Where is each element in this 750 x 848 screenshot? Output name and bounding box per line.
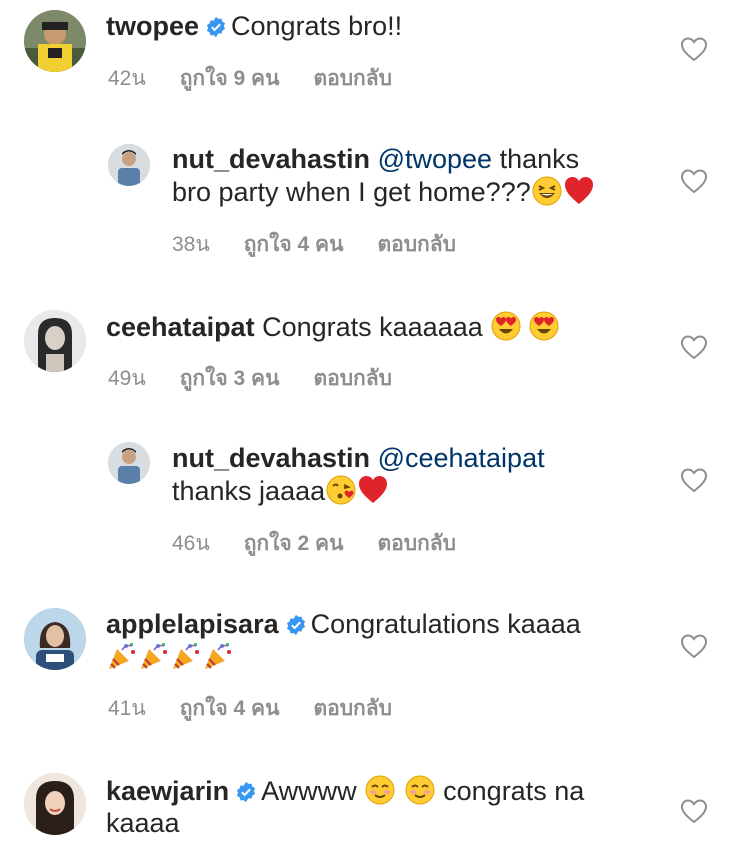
- party-popper-icon: [106, 640, 138, 672]
- comment-body: kaewjarin Awwww congrats na kaaaa: [106, 774, 666, 839]
- timestamp[interactable]: 41น: [108, 697, 146, 720]
- likes-count[interactable]: ถูกใจ 2 คน: [244, 532, 344, 555]
- avatar-applelapisara[interactable]: [24, 608, 86, 670]
- red-heart-icon: [357, 474, 389, 506]
- username[interactable]: nut_devahastin: [172, 443, 370, 473]
- comment-text-after: congrats na: [443, 776, 585, 806]
- heart-icon[interactable]: [680, 334, 708, 360]
- avatar-kaewjarin[interactable]: [24, 773, 86, 835]
- comment-meta: 41น ถูกใจ 4 คน ตอบกลับ: [108, 692, 426, 725]
- party-popper-icon: [202, 640, 234, 672]
- smiling-face-icon: [404, 774, 436, 806]
- heart-icon[interactable]: [680, 36, 708, 62]
- reply-button[interactable]: ตอบกลับ: [313, 67, 392, 90]
- username[interactable]: applelapisara: [106, 609, 279, 639]
- heart-icon[interactable]: [680, 633, 708, 659]
- avatar-nut[interactable]: [108, 144, 150, 186]
- timestamp[interactable]: 38น: [172, 233, 210, 256]
- likes-count[interactable]: ถูกใจ 9 คน: [180, 67, 280, 90]
- comment-text-line2: kaaaa: [106, 808, 180, 838]
- heart-eyes-face-icon: [528, 310, 560, 342]
- timestamp[interactable]: 42น: [108, 67, 146, 90]
- comment-text: Congratulations kaaaa: [310, 609, 581, 639]
- likes-count[interactable]: ถูกใจ 3 คน: [180, 367, 280, 390]
- comment-text: Congrats bro!!: [231, 11, 403, 41]
- heart-icon[interactable]: [680, 168, 708, 194]
- username[interactable]: nut_devahastin: [172, 144, 370, 174]
- comment-text: Congrats kaaaaaa: [262, 312, 483, 342]
- timestamp[interactable]: 46น: [172, 532, 210, 555]
- username[interactable]: ceehataipat: [106, 312, 255, 342]
- comment-meta: 49น ถูกใจ 3 คน ตอบกลับ: [108, 362, 426, 395]
- comment-text-line2: thanks jaaaa: [172, 476, 326, 506]
- username[interactable]: kaewjarin: [106, 776, 229, 806]
- comment-body: ceehataipat Congrats kaaaaaa: [106, 310, 560, 343]
- grinning-squinting-face-icon: [531, 175, 563, 207]
- red-heart-icon: [563, 175, 595, 207]
- username[interactable]: twopee: [106, 11, 199, 41]
- comment-body: nut_devahastin @ceehataipat thanks jaaaa: [172, 442, 642, 507]
- reply-button[interactable]: ตอบกลับ: [313, 697, 392, 720]
- mention-link[interactable]: @twopee: [378, 144, 492, 174]
- smiling-face-icon: [364, 774, 396, 806]
- reply-button[interactable]: ตอบกลับ: [377, 532, 456, 555]
- comment-meta: 38น ถูกใจ 4 คน ตอบกลับ: [172, 228, 490, 261]
- heart-icon[interactable]: [680, 467, 708, 493]
- avatar-nut[interactable]: [108, 442, 150, 484]
- verified-badge-icon: [286, 614, 305, 636]
- comment-body: nut_devahastin @twopee thanks bro party …: [172, 143, 642, 208]
- face-blowing-kiss-icon: [325, 474, 357, 506]
- verified-badge-icon: [206, 16, 226, 38]
- comment-body: twopee Congrats bro!!: [106, 10, 402, 42]
- verified-badge-icon: [237, 781, 256, 803]
- heart-icon[interactable]: [680, 798, 708, 824]
- comment-text-line1: thanks: [499, 144, 580, 174]
- comment-meta: 42น ถูกใจ 9 คน ตอบกลับ: [108, 62, 426, 95]
- mention-link[interactable]: @ceehataipat: [378, 443, 545, 473]
- avatar-twopee[interactable]: [24, 10, 86, 72]
- avatar-ceehataipat[interactable]: [24, 310, 86, 372]
- timestamp[interactable]: 49น: [108, 367, 146, 390]
- likes-count[interactable]: ถูกใจ 4 คน: [244, 233, 344, 256]
- heart-eyes-face-icon: [490, 310, 522, 342]
- comment-body: applelapisara Congratulations kaaaa: [106, 608, 666, 673]
- comment-text-line2: bro party when I get home???: [172, 177, 531, 207]
- comment-text: Awwww: [261, 776, 357, 806]
- reply-button[interactable]: ตอบกลับ: [313, 367, 392, 390]
- party-popper-icon: [138, 640, 170, 672]
- likes-count[interactable]: ถูกใจ 4 คน: [180, 697, 280, 720]
- comment-meta: 46น ถูกใจ 2 คน ตอบกลับ: [172, 527, 490, 560]
- reply-button[interactable]: ตอบกลับ: [377, 233, 456, 256]
- party-popper-icon: [170, 640, 202, 672]
